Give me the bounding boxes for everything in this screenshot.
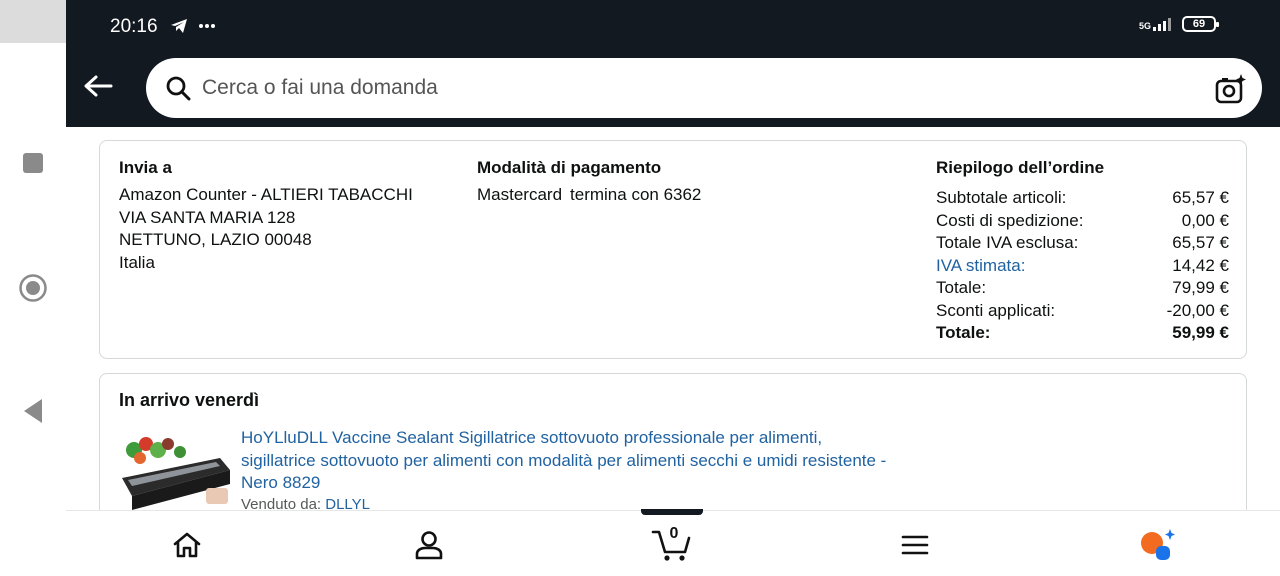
- summary-value: 14,42 €: [1172, 255, 1229, 275]
- circle-icon: [19, 274, 47, 302]
- telegram-icon: [171, 19, 187, 33]
- status-time: 20:16: [110, 16, 158, 37]
- search-box[interactable]: [146, 58, 1262, 118]
- camera-sparkle-icon: [1215, 74, 1246, 104]
- summary-value: 65,57 €: [1172, 233, 1229, 252]
- search-input[interactable]: [202, 76, 1162, 100]
- camera-search-button[interactable]: [1214, 72, 1248, 106]
- order-details-content: Invia a Amazon Counter - ALTIERI TABACCH…: [66, 127, 1280, 510]
- delivery-heading: In arrivo venerdì: [119, 390, 260, 410]
- summary-value: -20,00 €: [1166, 300, 1229, 320]
- seller-info: Venduto da: DLLYL: [241, 496, 370, 510]
- system-nav-rail: [0, 0, 66, 576]
- summary-label: Sconti applicati:: [936, 300, 1056, 320]
- battery-indicator: 69: [1182, 16, 1219, 32]
- nav-menu[interactable]: [895, 525, 935, 565]
- arrow-left-icon: [84, 75, 113, 97]
- summary-row-total-excl-vat: Totale IVA esclusa: 65,57 €: [936, 232, 1229, 255]
- summary-row-shipping: Costi di spedizione: 0,00 €: [936, 210, 1229, 233]
- status-bar: 20:16 5G 69: [66, 0, 1280, 56]
- order-info-card: Invia a Amazon Counter - ALTIERI TABACCH…: [99, 140, 1247, 359]
- order-summary: Subtotale articoli: 65,57 € Costi di spe…: [936, 187, 1229, 345]
- hamburger-icon: [901, 535, 929, 555]
- summary-row-vat: IVA stimata: 14,42 €: [936, 255, 1229, 278]
- more-dots-icon: [199, 24, 215, 28]
- summary-row-subtotal: Subtotale articoli: 65,57 €: [936, 187, 1229, 210]
- address-line: VIA SANTA MARIA 128: [119, 207, 296, 227]
- summary-row-discounts: Sconti applicati: -20,00 €: [936, 300, 1229, 323]
- search-icon: [164, 74, 192, 102]
- payment-heading: Modalità di pagamento: [477, 158, 662, 177]
- seller-link[interactable]: DLLYL: [325, 496, 370, 510]
- rail-top-strip: [0, 0, 66, 43]
- summary-label: Totale:: [936, 278, 987, 297]
- vacuum-sealer-image: [122, 437, 230, 510]
- summary-label: Costi di spedizione:: [936, 210, 1084, 230]
- back-button[interactable]: [80, 68, 116, 104]
- signal-icon: [1153, 18, 1171, 31]
- shipping-address: Amazon Counter - ALTIERI TABACCHI VIA SA…: [119, 184, 413, 274]
- payment-method: Mastercard termina con 6362: [477, 184, 701, 207]
- recents-button[interactable]: [17, 147, 49, 179]
- summary-row-grand-total: Totale: 59,99 €: [936, 322, 1229, 345]
- square-icon: [23, 153, 43, 173]
- nav-cart[interactable]: 0: [651, 525, 691, 565]
- seller-label: Venduto da:: [241, 496, 322, 510]
- product-title-link[interactable]: HoYLluDLL Vaccine Sealant Sigillatrice s…: [241, 427, 891, 495]
- delivery-card: In arrivo venerdì HoYLluDLL Vaccine Seal…: [99, 373, 1247, 510]
- active-tab-indicator: [641, 509, 703, 515]
- nav-rufus-assistant[interactable]: [1137, 525, 1177, 565]
- card-ending: termina con 6362: [570, 185, 702, 204]
- nav-account[interactable]: [409, 525, 449, 565]
- user-icon: [415, 531, 443, 560]
- summary-label: Totale IVA esclusa:: [936, 233, 1079, 252]
- summary-value: 0,00 €: [1181, 210, 1229, 230]
- summary-value: 79,99 €: [1172, 278, 1229, 297]
- home-icon: [173, 532, 201, 558]
- address-line: Italia: [119, 252, 155, 272]
- vat-estimate-link[interactable]: IVA stimata:: [936, 255, 1025, 278]
- summary-value: 59,99 €: [1172, 323, 1229, 342]
- assistant-icon: [1141, 529, 1175, 560]
- product-thumbnail[interactable]: [120, 430, 230, 510]
- address-line: Amazon Counter - ALTIERI TABACCHI: [119, 185, 413, 204]
- shipping-heading: Invia a: [119, 158, 172, 177]
- back-system-button[interactable]: [17, 395, 49, 427]
- app-window: 20:16 5G 69 Cerca o fai una domanda Invi…: [66, 0, 1280, 576]
- summary-label: Totale:: [936, 323, 991, 342]
- search-header: [66, 56, 1280, 127]
- network-type: 5G: [1138, 21, 1151, 31]
- summary-row-total: Totale: 79,99 €: [936, 277, 1229, 300]
- address-line: NETTUNO, LAZIO 00048: [119, 230, 312, 249]
- status-left-icons: [170, 18, 216, 34]
- card-brand: Mastercard: [477, 185, 563, 204]
- summary-label: Subtotale articoli:: [936, 188, 1067, 207]
- status-right-icons: 5G 69: [1138, 16, 1219, 32]
- cart-count: 0: [669, 525, 679, 542]
- bottom-nav: 0: [66, 509, 1280, 576]
- home-system-button[interactable]: [17, 272, 49, 304]
- nav-home[interactable]: [167, 525, 207, 565]
- triangle-back-icon: [24, 399, 42, 423]
- summary-heading: Riepilogo dell’ordine: [936, 158, 1105, 177]
- summary-value: 65,57 €: [1172, 188, 1229, 207]
